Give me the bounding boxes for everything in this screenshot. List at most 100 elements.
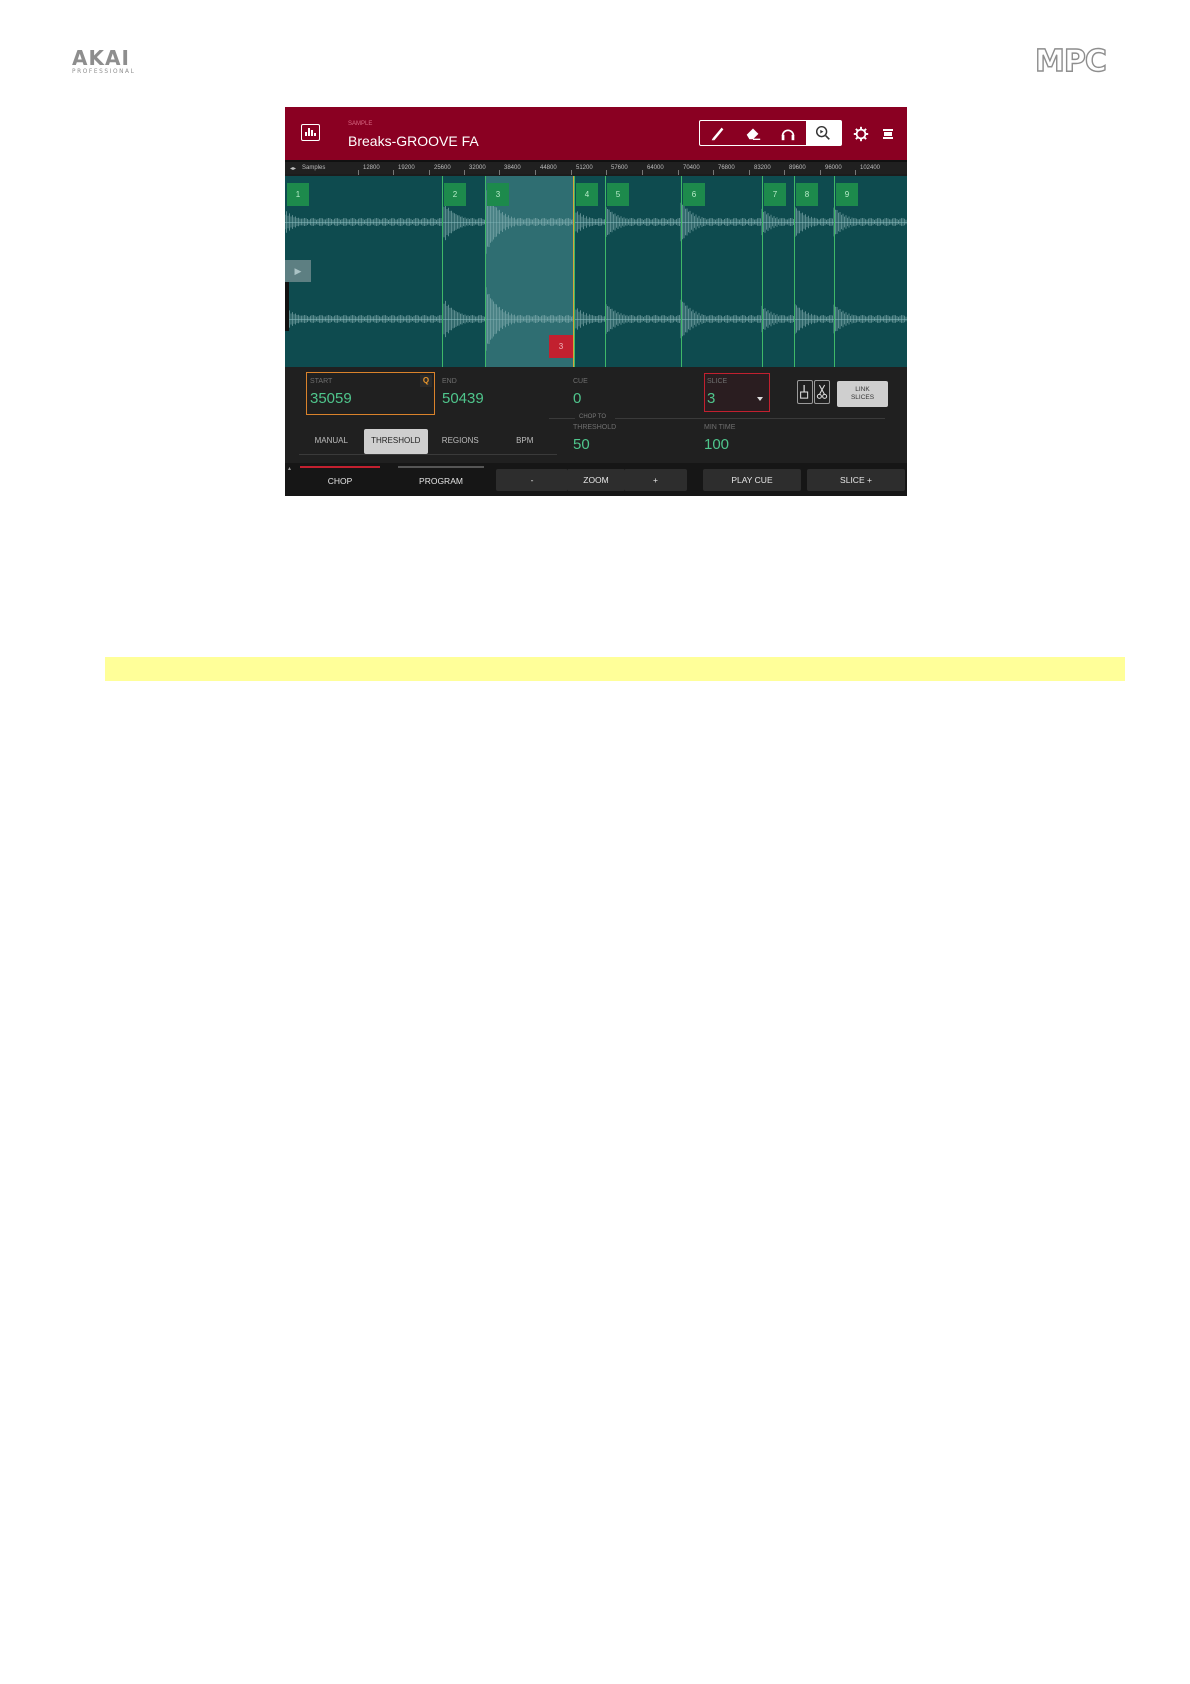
- parameter-panel: Q START 35059 END 50439 CUE 0 SLICE 3 LI…: [285, 367, 907, 463]
- ruler-tick: [499, 170, 500, 175]
- akai-logo-sub: PROFESSIONAL: [72, 69, 136, 75]
- sample-ruler[interactable]: ◂▸ Samples 12800 19200 25600 32000 38400 4480…: [285, 160, 907, 175]
- slice-marker[interactable]: 8: [796, 183, 818, 206]
- ruler-tick-label: 102400: [860, 165, 881, 171]
- ruler-tick: [393, 170, 394, 175]
- cue-value[interactable]: 0: [573, 390, 581, 407]
- slice-marker[interactable]: 1: [287, 183, 309, 206]
- tab-manual[interactable]: MANUAL: [299, 429, 364, 454]
- ruler-tick-label: 76800: [718, 165, 735, 171]
- slice-marker[interactable]: 5: [607, 183, 629, 206]
- slice-value[interactable]: 3: [707, 390, 715, 407]
- play-icon[interactable]: ▶: [285, 260, 311, 282]
- ruler-tick: [606, 170, 607, 175]
- menu-icon[interactable]: [883, 129, 893, 139]
- slice-line: [681, 176, 682, 367]
- slice-end-marker[interactable]: 3: [549, 335, 573, 358]
- scissors-icon[interactable]: [814, 380, 830, 404]
- divider: [549, 418, 575, 419]
- tool-eraser[interactable]: [735, 121, 770, 145]
- slice-line: [574, 176, 575, 367]
- ruler-tick: [571, 170, 572, 175]
- header-bar: SAMPLE Breaks-GROOVE FA: [285, 107, 907, 160]
- chop-to-label: CHOP TO: [579, 414, 607, 420]
- slice-marker[interactable]: 2: [444, 183, 466, 206]
- link-slices-label-2: SLICES: [850, 394, 875, 401]
- highlight-bar: [105, 657, 1125, 681]
- ruler-tick-label: 25600: [434, 165, 451, 171]
- tab-program[interactable]: PROGRAM: [398, 466, 484, 494]
- ruler-tick-label: 64000: [647, 165, 664, 171]
- min-time-value[interactable]: 100: [704, 436, 729, 453]
- sample-name[interactable]: Breaks-GROOVE FA: [348, 133, 479, 149]
- slice-marker[interactable]: 3: [487, 183, 509, 206]
- chevron-down-icon: [757, 397, 763, 401]
- tab-regions[interactable]: REGIONS: [428, 429, 493, 454]
- play-cue-button[interactable]: PLAY CUE: [703, 469, 801, 491]
- ruler-tick: [464, 170, 465, 175]
- pencil-icon: [711, 127, 724, 141]
- tab-threshold[interactable]: THRESHOLD: [363, 429, 428, 454]
- page-dots: ••: [348, 491, 354, 496]
- expand-icon[interactable]: ▴: [288, 465, 291, 472]
- sample-wave-icon[interactable]: [301, 124, 320, 141]
- tab-chop[interactable]: CHOP ••: [300, 466, 380, 494]
- gear-icon[interactable]: [853, 126, 869, 142]
- ruler-tick-label: 44800: [540, 165, 557, 171]
- zoom-label: ZOOM: [568, 469, 624, 491]
- akai-logo: AKAI PROFESSIONAL: [72, 48, 152, 75]
- slice-marker[interactable]: 7: [764, 183, 786, 206]
- start-label: START: [310, 378, 333, 385]
- ruler-tick-label: 70400: [683, 165, 700, 171]
- ruler-tick-label: 89600: [789, 165, 806, 171]
- ruler-tick: [784, 170, 785, 175]
- tool-headphones[interactable]: [771, 121, 806, 145]
- ruler-tick: [678, 170, 679, 175]
- manual-page: AKAI PROFESSIONAL MPC SAMPLE Breaks-GROO…: [0, 0, 1190, 1684]
- ruler-tick: [358, 170, 359, 175]
- tab-chop-label: CHOP: [327, 476, 353, 486]
- zoom-in-button[interactable]: +: [624, 469, 687, 491]
- start-value[interactable]: 35059: [310, 390, 352, 407]
- ruler-unit-label: Samples: [302, 165, 326, 171]
- eraser-icon: [746, 128, 761, 140]
- ruler-tick-label: 83200: [754, 165, 771, 171]
- slice-marker[interactable]: 4: [576, 183, 598, 206]
- zoom-out-button[interactable]: -: [496, 469, 568, 491]
- ruler-tick: [855, 170, 856, 175]
- tool-zoom[interactable]: [805, 121, 841, 145]
- waveform-area[interactable]: ▶ 3 123456789: [285, 176, 907, 367]
- tool-selector: [699, 120, 842, 146]
- ruler-tick: [820, 170, 821, 175]
- ruler-tick: [642, 170, 643, 175]
- ruler-tick-label: 96000: [825, 165, 842, 171]
- ruler-tick-label: 51200: [576, 165, 593, 171]
- ruler-tick: [713, 170, 714, 175]
- ruler-tick-label: 38400: [504, 165, 521, 171]
- link-slices-label-1: LINK: [855, 386, 870, 393]
- ruler-tick-label: 57600: [611, 165, 628, 171]
- quantize-badge[interactable]: Q: [420, 375, 432, 387]
- slice-line: [762, 176, 763, 367]
- min-time-label: MIN TIME: [704, 424, 736, 431]
- slice-marker[interactable]: 6: [683, 183, 705, 206]
- ruler-tick: [429, 170, 430, 175]
- cue-label: CUE: [573, 378, 588, 385]
- end-value[interactable]: 50439: [442, 390, 484, 407]
- tab-bpm[interactable]: BPM: [493, 429, 558, 454]
- lock-icon[interactable]: [797, 380, 813, 404]
- slice-plus-button[interactable]: SLICE +: [807, 469, 905, 491]
- chop-mode-tabs: MANUAL THRESHOLD REGIONS BPM: [299, 429, 557, 455]
- tool-pencil[interactable]: [700, 121, 735, 145]
- slice-line: [605, 176, 606, 367]
- threshold-value[interactable]: 50: [573, 436, 590, 453]
- bottom-bar: ▴ CHOP •• PROGRAM - ZOOM + PLAY CUE SLIC…: [285, 463, 907, 496]
- slice-line: [794, 176, 795, 367]
- ruler-tick-label: 12800: [363, 165, 380, 171]
- slice-marker[interactable]: 9: [836, 183, 858, 206]
- waveform-channel: [285, 287, 907, 351]
- mpc-logo: MPC: [1034, 43, 1107, 79]
- ruler-tick-label: 19200: [398, 165, 415, 171]
- slice-line: [442, 176, 443, 367]
- link-slices-button[interactable]: LINK SLICES: [837, 381, 888, 407]
